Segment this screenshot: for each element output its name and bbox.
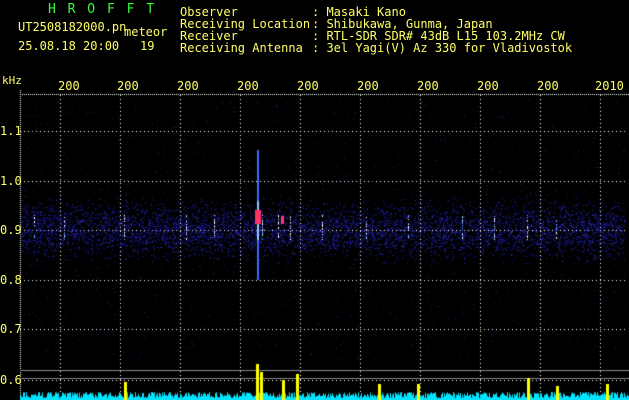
y-tick: 1.1	[0, 124, 22, 138]
x-tick: 200	[297, 79, 319, 93]
y-tick: 1.0	[0, 174, 22, 188]
y-tick: 0.6	[0, 373, 22, 387]
spectrogram-canvas	[0, 0, 629, 400]
y-tick: 0.8	[0, 273, 22, 287]
app-title: H R O F F T	[48, 2, 157, 17]
x-tick: 200	[357, 79, 379, 93]
x-tick: 200	[177, 79, 199, 93]
x-tick: 200	[477, 79, 499, 93]
x-tick: 200	[58, 79, 80, 93]
x-tick: 200	[417, 79, 439, 93]
y-tick: 0.7	[0, 322, 22, 336]
meteor-label: meteor	[124, 25, 168, 39]
datetime: 25.08.18 20:00	[18, 39, 120, 53]
filename: UT2508182000.pn	[18, 20, 127, 34]
x-tick: 200	[237, 79, 259, 93]
antenna-value: : 3el Yagi(V) Az 330 for Vladivostok	[312, 41, 573, 55]
meteor-count: 19	[140, 39, 155, 53]
x-tick: 200	[537, 79, 559, 93]
y-tick: 0.9	[0, 223, 22, 237]
y-axis-unit: kHz	[2, 74, 22, 87]
x-tick: 2010	[595, 79, 624, 93]
antenna-label: Receiving Antenna	[180, 41, 303, 55]
x-tick: 200	[117, 79, 139, 93]
